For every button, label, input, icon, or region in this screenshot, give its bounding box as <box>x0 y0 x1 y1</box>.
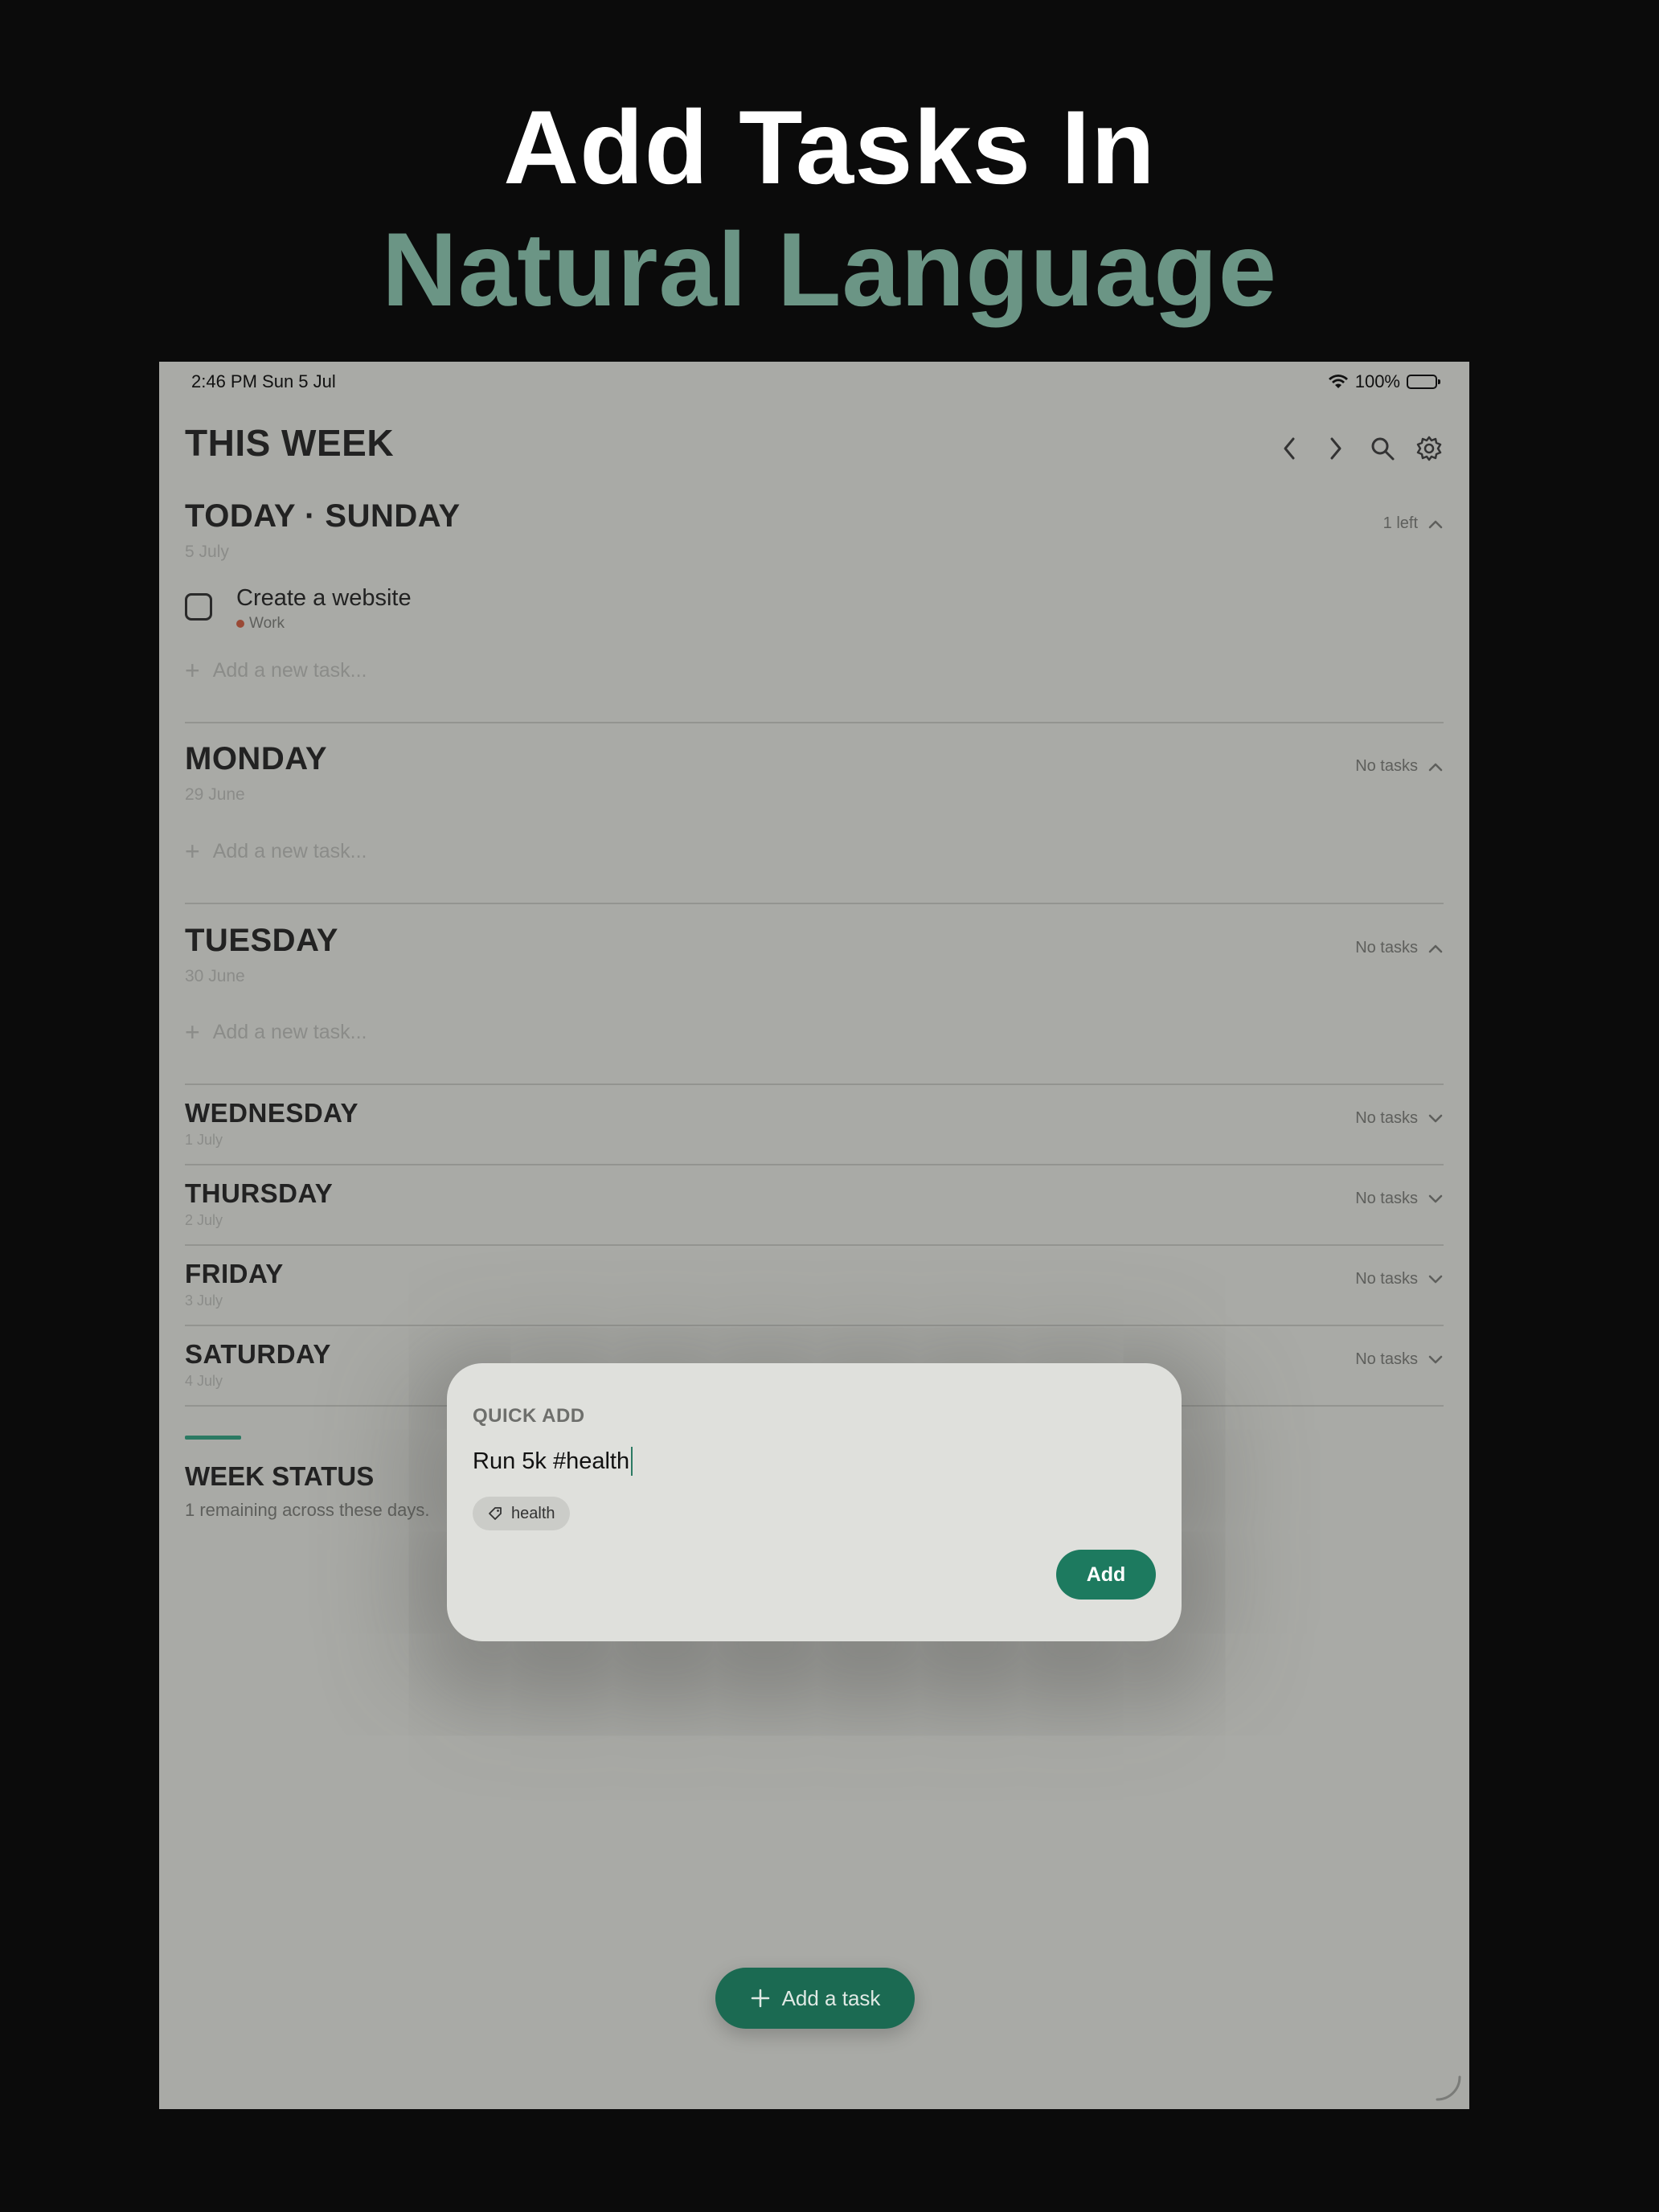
day-meta[interactable]: 1 left <box>1383 514 1444 533</box>
day-date: 3 July <box>185 1292 223 1309</box>
day-count: No tasks <box>1355 1190 1418 1207</box>
chevron-up-icon <box>1428 520 1443 528</box>
day-count: No tasks <box>1355 1109 1418 1127</box>
divider <box>185 903 1444 904</box>
plus-icon <box>751 1989 769 2008</box>
add-button[interactable]: Add <box>1056 1550 1156 1600</box>
text-caret <box>631 1447 633 1476</box>
add-task-fab[interactable]: Add a task <box>715 1968 915 2029</box>
gear-icon[interactable] <box>1413 432 1445 465</box>
day-title: THURSDAY <box>185 1178 334 1208</box>
day-section-thursday[interactable]: THURSDAY 2 July No tasks <box>185 1178 1444 1229</box>
day-meta[interactable]: No tasks <box>1355 757 1444 776</box>
chevron-up-icon <box>1428 944 1443 952</box>
day-section-monday: MONDAY 29 June No tasks <box>185 741 1444 805</box>
divider <box>185 722 1444 723</box>
headline-line-2: Natural Language <box>382 211 1277 328</box>
resize-handle-icon[interactable] <box>1432 2072 1464 2104</box>
tag-chip-label: health <box>511 1504 555 1522</box>
chevron-down-icon <box>1428 1275 1443 1283</box>
plus-icon: + <box>185 1018 200 1047</box>
status-time: 2:46 PM Sun 5 Jul <box>191 371 336 391</box>
day-date: 29 June <box>185 785 245 804</box>
day-section-today: TODAY · SUNDAY 5 July 1 left <box>185 498 1444 562</box>
battery-percent: 100% <box>1354 371 1400 391</box>
day-count: No tasks <box>1355 1350 1418 1368</box>
week-status-title: WEEK STATUS <box>185 1461 375 1491</box>
divider <box>185 1325 1444 1326</box>
day-title: FRIDAY <box>185 1259 284 1288</box>
day-title: MONDAY <box>185 741 328 776</box>
quick-add-input[interactable]: Run 5k #health <box>473 1447 633 1476</box>
divider <box>185 1244 1444 1246</box>
add-task-placeholder: Add a new task... <box>212 658 367 682</box>
day-title: TUESDAY <box>185 923 338 958</box>
tag-icon <box>489 1507 502 1520</box>
plus-icon: + <box>185 837 200 866</box>
tag-chip[interactable]: health <box>473 1497 570 1530</box>
day-meta[interactable]: No tasks <box>1355 939 1444 957</box>
accent-line <box>185 1436 241 1440</box>
quick-add-dialog: QUICK ADD Run 5k #health health Add <box>447 1363 1182 1641</box>
task-title: Create a website <box>236 585 412 611</box>
quick-add-input-value: Run 5k #health <box>473 1448 630 1474</box>
add-task-placeholder: Add a new task... <box>212 839 367 862</box>
day-date: 1 July <box>185 1132 223 1148</box>
quick-add-label: QUICK ADD <box>473 1405 585 1427</box>
add-task-placeholder: Add a new task... <box>212 1020 367 1043</box>
week-status-subtitle: 1 remaining across these days. <box>185 1500 430 1520</box>
day-section-friday[interactable]: FRIDAY 3 July No tasks <box>185 1259 1444 1309</box>
chevron-right-icon[interactable] <box>1320 432 1352 465</box>
wifi-icon <box>1328 375 1348 388</box>
task-tag-label: Work <box>249 615 285 632</box>
tablet-screen: 2:46 PM Sun 5 Jul 100% THIS WEEK TODAY ·… <box>159 362 1469 2109</box>
chevron-down-icon <box>1428 1355 1443 1363</box>
task-tag: Work <box>236 615 412 633</box>
day-title: TODAY · SUNDAY <box>185 498 461 534</box>
divider <box>185 1083 1444 1085</box>
day-date: 2 July <box>185 1212 223 1228</box>
day-count: No tasks <box>1355 1270 1418 1288</box>
add-task-row[interactable]: + Add a new task... <box>185 1019 367 1045</box>
day-date: 5 July <box>185 543 229 561</box>
add-task-row[interactable]: + Add a new task... <box>185 657 367 683</box>
chevron-down-icon <box>1428 1114 1443 1122</box>
day-date: 30 June <box>185 967 245 985</box>
task-item[interactable]: Create a website Work <box>185 585 412 633</box>
chevron-left-icon[interactable] <box>1273 432 1305 465</box>
day-count: No tasks <box>1355 757 1418 775</box>
day-meta[interactable]: No tasks <box>1355 1190 1444 1208</box>
chevron-down-icon <box>1428 1194 1443 1202</box>
task-checkbox[interactable] <box>185 593 212 621</box>
fab-label: Add a task <box>781 1985 881 2010</box>
add-task-row[interactable]: + Add a new task... <box>185 838 367 864</box>
battery-icon <box>1407 375 1440 389</box>
headline-line-1: Add Tasks In <box>503 88 1156 206</box>
day-meta[interactable]: No tasks <box>1355 1270 1444 1288</box>
chevron-up-icon <box>1428 763 1443 771</box>
day-count: No tasks <box>1355 939 1418 956</box>
status-right: 100% <box>1328 371 1440 392</box>
divider <box>185 1164 1444 1165</box>
page-title: THIS WEEK <box>185 422 395 464</box>
day-meta[interactable]: No tasks <box>1355 1350 1444 1369</box>
tag-dot <box>236 620 244 628</box>
day-section-wednesday[interactable]: WEDNESDAY 1 July No tasks <box>185 1098 1444 1149</box>
day-title: WEDNESDAY <box>185 1098 358 1128</box>
day-meta[interactable]: No tasks <box>1355 1109 1444 1128</box>
day-count: 1 left <box>1382 514 1418 532</box>
search-icon[interactable] <box>1366 432 1399 465</box>
day-section-tuesday: TUESDAY 30 June No tasks <box>185 923 1444 986</box>
plus-icon: + <box>185 656 200 685</box>
header-actions <box>1273 432 1445 465</box>
